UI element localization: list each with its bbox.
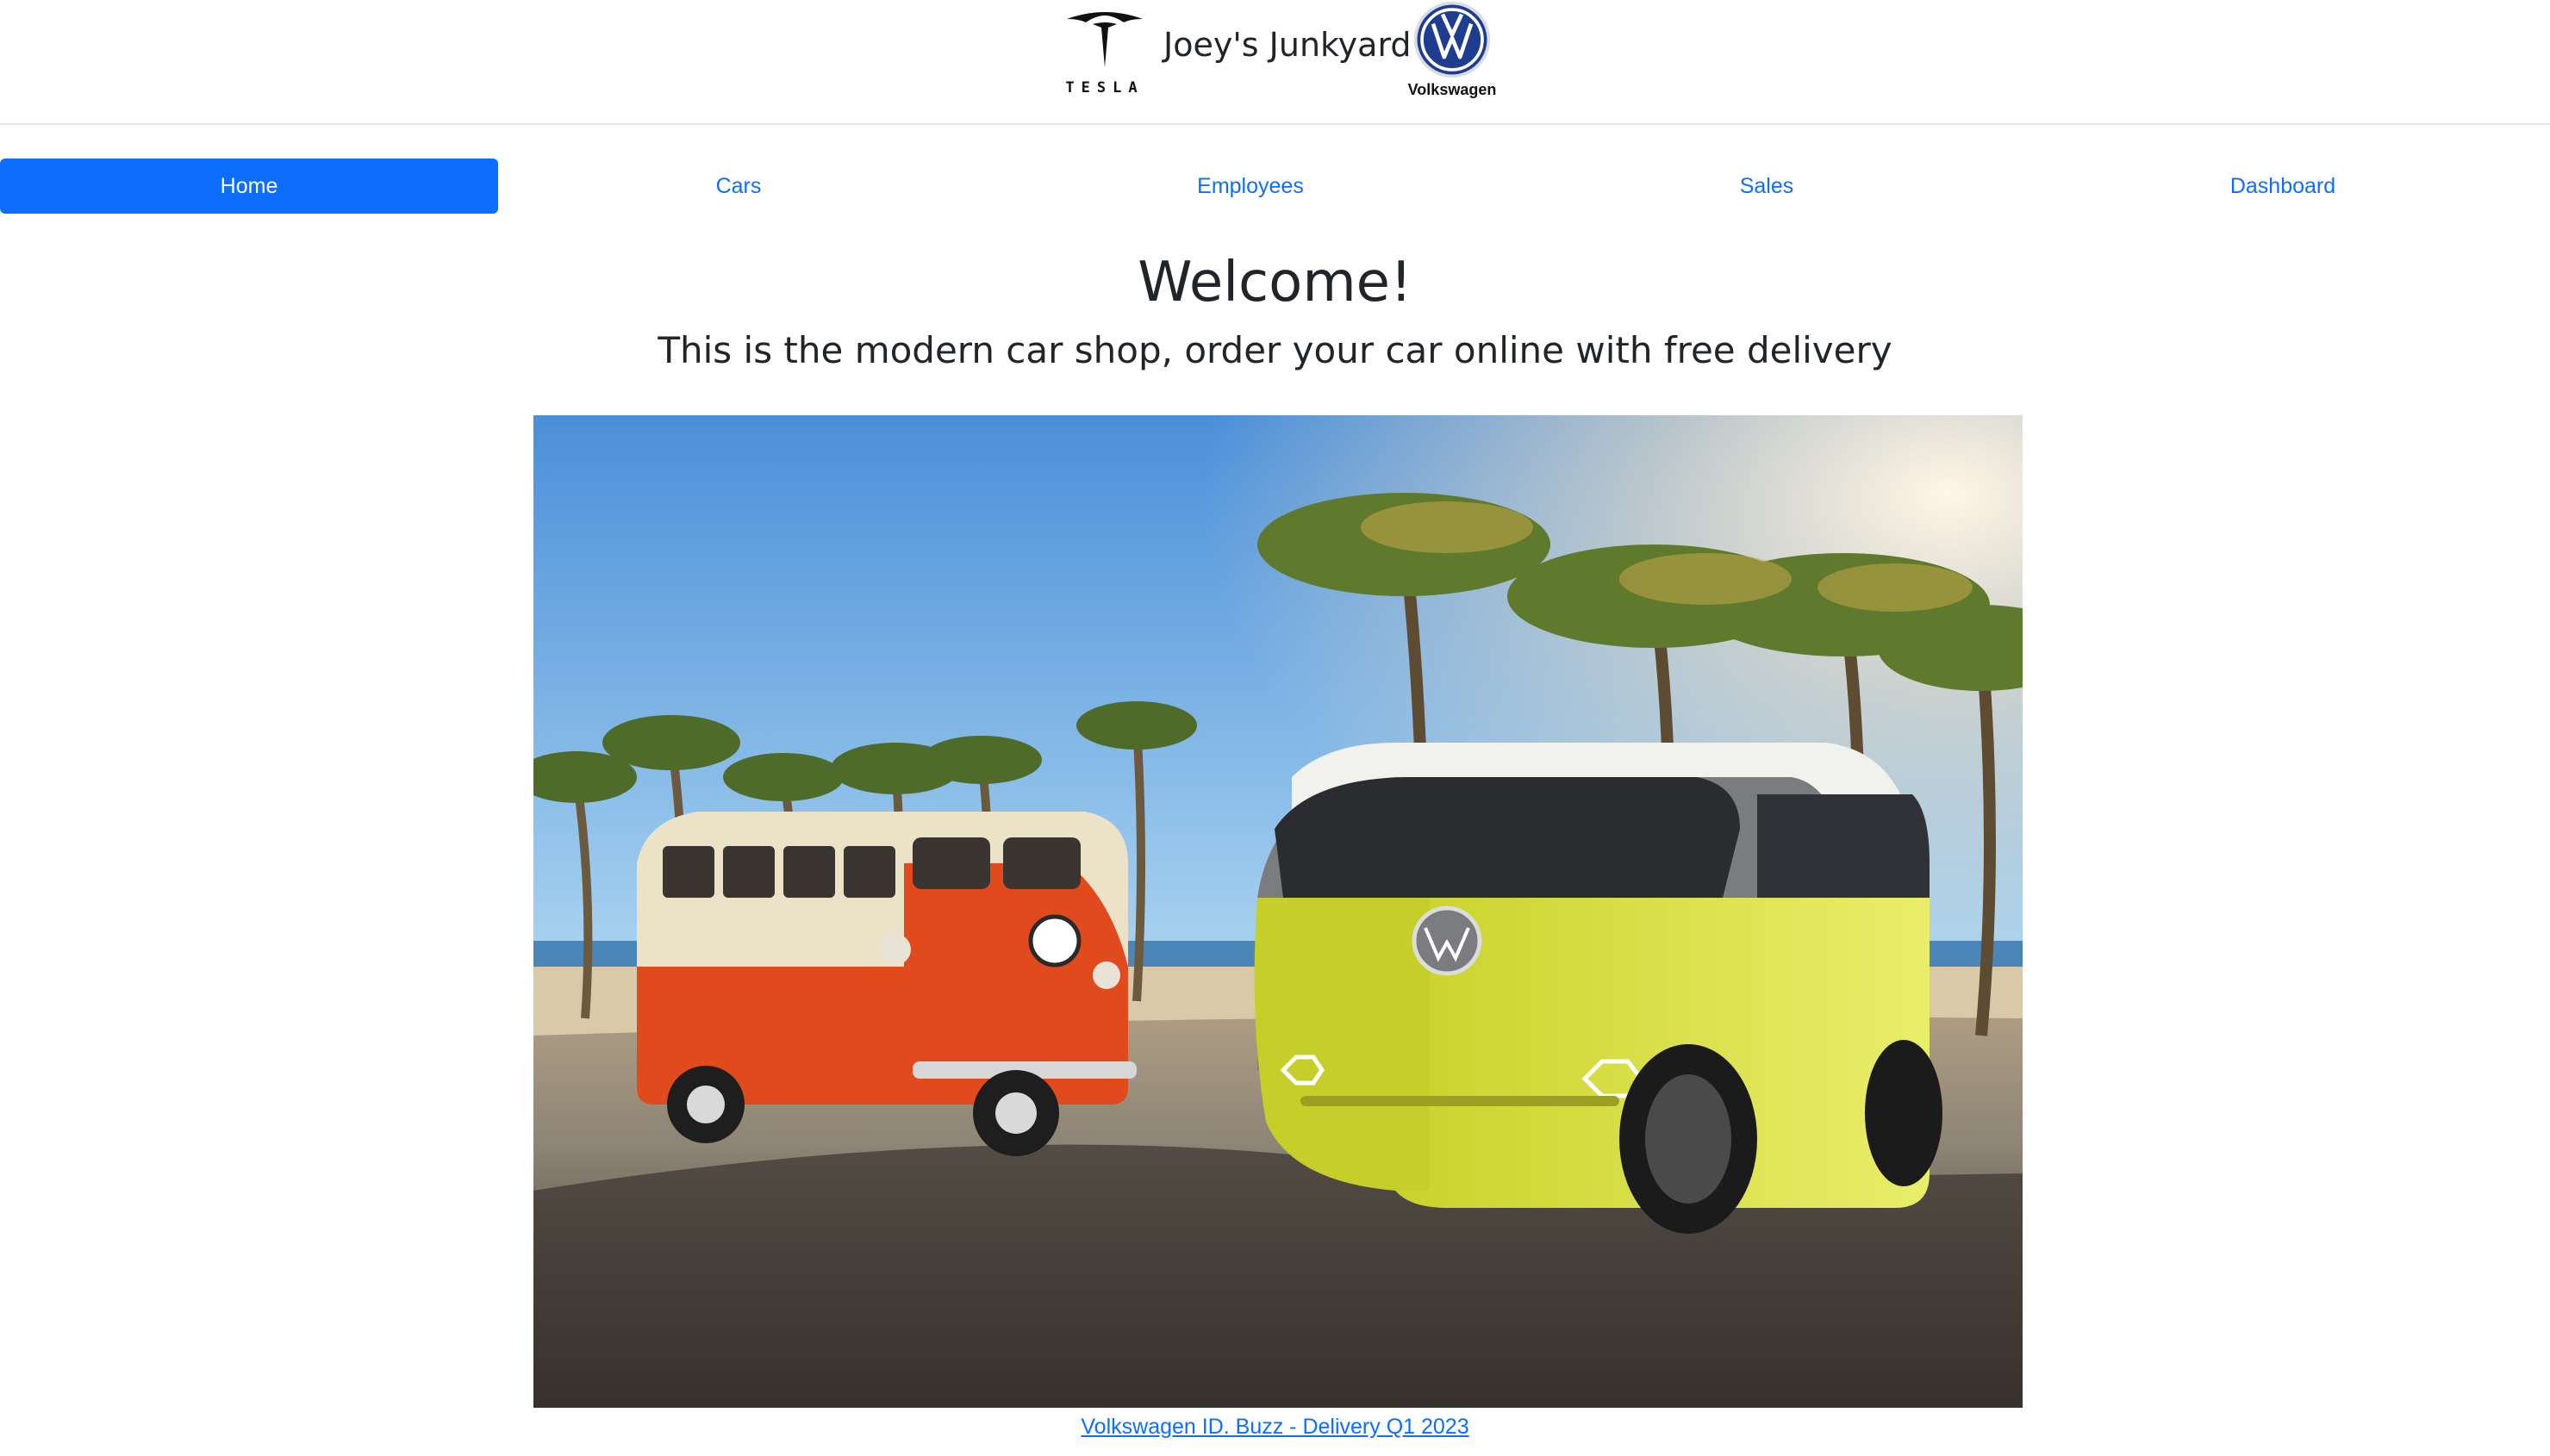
site-title[interactable]: Joey's Junkyard — [1163, 19, 1412, 71]
nav-employees[interactable]: Employees — [1026, 159, 1475, 214]
nav-sales[interactable]: Sales — [1543, 159, 1991, 214]
hero-image — [533, 415, 2023, 1408]
welcome-subheading: This is the modern car shop, order your … — [658, 329, 1892, 371]
nav-dashboard[interactable]: Dashboard — [2059, 159, 2507, 214]
hero-caption: Volkswagen ID. Buzz - Delivery Q1 2023 — [0, 1409, 2550, 1444]
tesla-logo-icon — [1067, 12, 1143, 67]
nav-cars[interactable]: Cars — [515, 159, 962, 214]
volkswagen-wordmark: Volkswagen — [1407, 81, 1497, 98]
tesla-wordmark: TESLA — [1065, 79, 1144, 96]
main-nav: Home Cars Employees Sales Dashboard — [0, 159, 2550, 215]
hero-caption-link[interactable]: Volkswagen ID. Buzz - Delivery Q1 2023 — [1081, 1415, 1468, 1439]
volkswagen-logo[interactable]: Volkswagen — [1396, 0, 1508, 108]
welcome-heading: Welcome! — [1138, 251, 1412, 314]
nav-home[interactable]: Home — [0, 159, 498, 214]
volkswagen-logo-icon — [1413, 1, 1491, 78]
site-header: TESLA Joey's Junkyard Volkswagen — [0, 0, 2550, 125]
vw-buses-on-beach-image — [533, 415, 2023, 1408]
tesla-logo[interactable]: TESLA — [1057, 7, 1153, 96]
